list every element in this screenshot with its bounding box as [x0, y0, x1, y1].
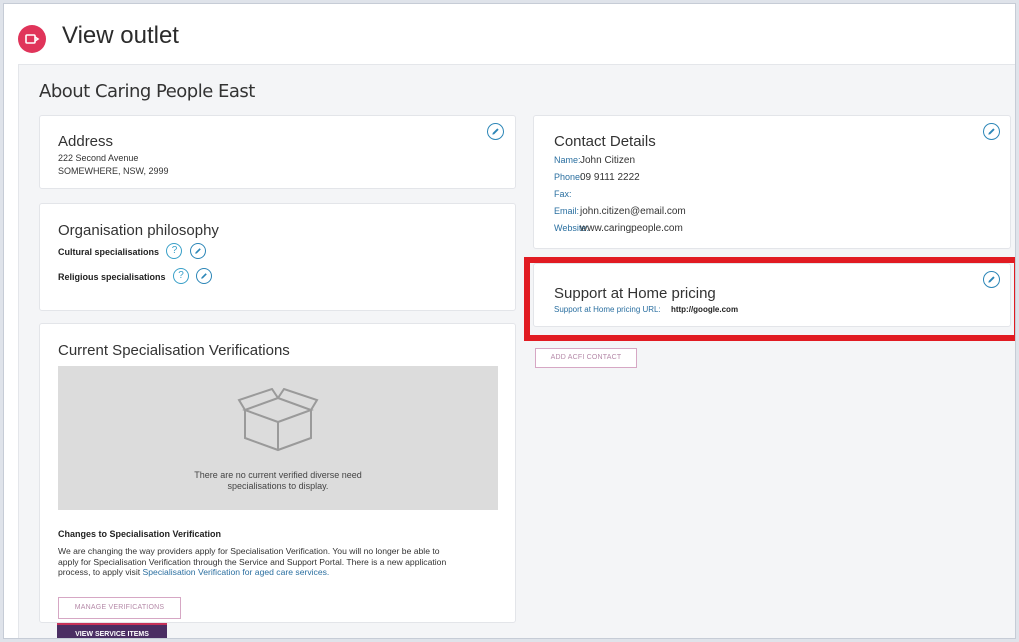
- verifications-card: Current Specialisation Verifications The…: [39, 323, 516, 623]
- cultural-edit-icon[interactable]: [189, 242, 206, 259]
- contact-fax-row: Fax:: [554, 186, 686, 203]
- empty-state-text: There are no current verified diverse ne…: [58, 470, 498, 492]
- manage-verifications-button[interactable]: MANAGE VERIFICATIONS: [58, 597, 181, 619]
- view-service-items-button[interactable]: VIEW SERVICE ITEMS: [57, 623, 167, 638]
- empty-box-icon: [237, 388, 319, 452]
- app-window: View outlet About Caring People East Add…: [3, 3, 1016, 639]
- religious-row: Religious specialisations ?: [58, 267, 213, 285]
- contact-phone-key: Phone:: [554, 172, 583, 182]
- religious-help-icon[interactable]: ?: [173, 267, 189, 284]
- contact-title: Contact Details: [554, 133, 656, 150]
- empty-state-panel: There are no current verified diverse ne…: [58, 366, 498, 510]
- page-title: View outlet: [62, 22, 179, 49]
- philosophy-title: Organisation philosophy: [58, 222, 219, 239]
- specialisation-verification-link[interactable]: Specialisation Verification for aged car…: [143, 567, 330, 577]
- contact-email-value: john.citizen@email.com: [580, 206, 686, 217]
- edit-address-icon[interactable]: [487, 123, 504, 140]
- contact-name-key: Name:: [554, 155, 581, 165]
- contact-name-row: Name:John Citizen: [554, 152, 686, 169]
- contact-phone-value: 09 9111 2222: [580, 172, 640, 183]
- empty-state-line-1: There are no current verified diverse ne…: [194, 470, 362, 480]
- contact-fax-key: Fax:: [554, 189, 572, 199]
- contact-website-key: Website:: [554, 223, 589, 233]
- pricing-highlight-box: [524, 257, 1015, 341]
- cultural-row: Cultural specialisations ?: [58, 242, 206, 260]
- contact-email-row: Email:john.citizen@email.com: [554, 203, 686, 220]
- verifications-title: Current Specialisation Verifications: [58, 342, 290, 359]
- contact-name-value: John Citizen: [580, 155, 636, 166]
- address-line-1: 222 Second Avenue: [58, 153, 139, 163]
- cultural-label: Cultural specialisations: [58, 247, 160, 257]
- changes-text-line-1: We are changing the way providers apply …: [58, 546, 440, 556]
- contact-website-value: www.caringpeople.com: [580, 223, 683, 234]
- empty-state-line-2: specialisations to display.: [227, 481, 329, 491]
- add-acfi-contact-button[interactable]: ADD ACFI CONTACT: [535, 348, 637, 368]
- contact-phone-row: Phone:09 9111 2222: [554, 169, 686, 186]
- address-title: Address: [58, 133, 114, 150]
- page-header: View outlet: [4, 4, 1015, 64]
- edit-contact-icon[interactable]: [983, 123, 1000, 140]
- about-heading: About Caring People East: [39, 81, 255, 102]
- contact-email-key: Email:: [554, 206, 580, 216]
- contact-card: Contact Details Name:John Citizen Phone:…: [533, 115, 1011, 249]
- changes-text: We are changing the way providers apply …: [58, 546, 503, 578]
- changes-text-line-2: apply for Specialisation Verification th…: [58, 556, 447, 567]
- religious-edit-icon[interactable]: [196, 267, 213, 284]
- address-line-2: SOMEWHERE, NSW, 2999: [58, 166, 169, 176]
- cultural-help-icon[interactable]: ?: [166, 242, 183, 259]
- address-card: Address 222 Second Avenue SOMEWHERE, NSW…: [39, 115, 516, 189]
- main-content: About Caring People East Address 222 Sec…: [18, 64, 1015, 638]
- outlet-logo-icon: [18, 25, 46, 53]
- changes-text-line-3: process, to apply visit Specialisation V…: [58, 567, 503, 578]
- changes-text-prefix: process, to apply visit: [58, 567, 143, 577]
- philosophy-card: Organisation philosophy Cultural special…: [39, 203, 516, 311]
- contact-rows: Name:John Citizen Phone:09 9111 2222 Fax…: [554, 152, 686, 237]
- changes-heading: Changes to Specialisation Verification: [58, 529, 222, 539]
- contact-website-row: Website:www.caringpeople.com: [554, 220, 686, 237]
- religious-label: Religious specialisations: [58, 272, 166, 282]
